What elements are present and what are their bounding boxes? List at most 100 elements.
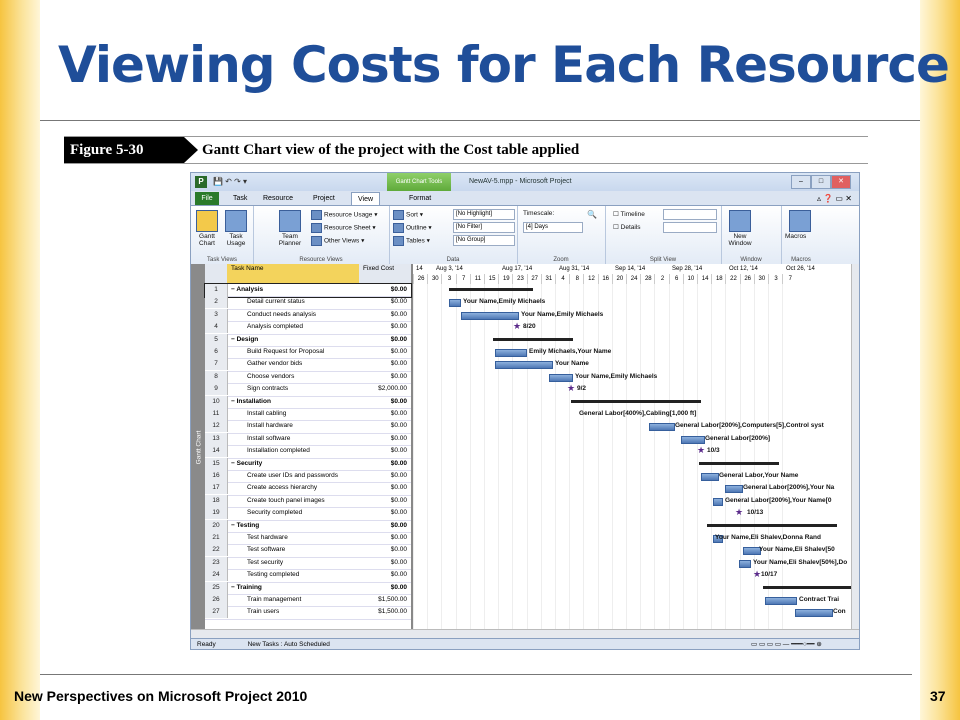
fixed-cost-cell[interactable]: $0.00 [361, 557, 407, 569]
fixed-cost-cell[interactable]: $0.00 [361, 296, 407, 308]
fixed-cost-cell[interactable]: $0.00 [361, 544, 407, 556]
table-row[interactable]: 7 Gather vendor bids $0.00 [205, 358, 411, 372]
task-bar[interactable] [449, 299, 461, 308]
table-row[interactable]: 25− Training $0.00 [205, 581, 411, 595]
new-window-button[interactable]: New Window [725, 233, 755, 247]
fixed-cost-cell[interactable]: $0.00 [361, 495, 407, 507]
task-name-cell[interactable]: Analysis completed [229, 321, 377, 333]
task-name-cell[interactable]: Detail current status [229, 296, 377, 308]
table-row[interactable]: 13 Install software $0.00 [205, 432, 411, 447]
fixed-cost-cell[interactable]: $0.00 [361, 371, 407, 383]
details-checkbox[interactable]: ☐ Details [613, 223, 641, 231]
tab-view[interactable]: View [351, 192, 381, 206]
task-name-cell[interactable]: Test software [229, 544, 377, 556]
outline-button[interactable]: Outline ▾ [393, 223, 432, 233]
summary-bar[interactable] [449, 288, 533, 291]
gantt-chart-icon[interactable] [196, 210, 218, 232]
task-name-cell[interactable]: Create user IDs and passwords [229, 470, 377, 482]
task-name-cell[interactable]: − Installation [229, 396, 361, 408]
task-name-cell[interactable]: Train management [229, 594, 377, 606]
table-row[interactable]: 18 Create touch panel images $0.00 [205, 494, 411, 509]
tab-file[interactable]: File [195, 192, 219, 205]
fixed-cost-cell[interactable]: $0.00 [361, 433, 407, 445]
task-name-cell[interactable]: Build Request for Proposal [229, 346, 377, 358]
table-row[interactable]: 23 Test security $0.00 [205, 556, 411, 571]
highlight-select[interactable]: [No Highlight] [453, 209, 515, 220]
resource-usage-button[interactable]: Resource Usage ▾ [311, 210, 378, 220]
zoom-slider[interactable]: ▭ ▭ ▭ ▭ — ━━━○━━ ⊕ [751, 639, 822, 649]
fixed-cost-cell[interactable]: $0.00 [361, 445, 407, 457]
table-row[interactable]: 2 Detail current status $0.00 [205, 296, 411, 310]
task-bar[interactable] [713, 497, 723, 506]
task-name-cell[interactable]: Sign contracts [229, 383, 377, 395]
task-name-cell[interactable]: Create access hierarchy [229, 482, 377, 494]
task-name-cell[interactable]: Test security [229, 557, 377, 569]
resource-sheet-button[interactable]: Resource Sheet ▾ [311, 223, 376, 233]
minimize-button[interactable]: – [791, 175, 811, 189]
tab-format[interactable]: Format [403, 192, 437, 205]
table-row[interactable]: 12 Install hardware $0.00 [205, 420, 411, 434]
table-row[interactable]: 26 Train management $1,500.00 [205, 594, 411, 608]
task-bar[interactable] [739, 559, 751, 568]
task-name-cell[interactable]: Create touch panel images [229, 495, 377, 507]
summary-bar[interactable] [493, 337, 573, 341]
fixed-cost-cell[interactable]: $0.00 [361, 482, 407, 494]
table-row[interactable]: 4 Analysis completed $0.00 [205, 321, 411, 335]
fixed-cost-cell[interactable]: $0.00 [361, 346, 407, 358]
fixed-cost-cell[interactable]: $0.00 [361, 334, 407, 346]
task-name-cell[interactable]: Testing completed [229, 569, 377, 581]
task-bar[interactable] [461, 311, 519, 320]
new-tasks-mode[interactable]: New Tasks : Auto Scheduled [248, 641, 330, 648]
fixed-cost-cell[interactable]: $0.00 [361, 408, 407, 420]
summary-bar[interactable] [571, 399, 701, 403]
task-name-cell[interactable]: Gather vendor bids [229, 358, 377, 370]
sort-button[interactable]: Sort ▾ [393, 210, 423, 220]
task-bar[interactable] [649, 423, 675, 432]
table-row[interactable]: 16 Create user IDs and passwords $0.00 [205, 470, 411, 484]
table-row[interactable]: 15− Security $0.00 [205, 457, 411, 471]
close-button[interactable]: ✕ [831, 175, 851, 189]
fixed-cost-cell[interactable]: $0.00 [361, 532, 407, 544]
fixed-cost-cell[interactable]: $0.00 [361, 582, 407, 594]
tab-task[interactable]: Task [227, 192, 253, 205]
task-bar[interactable] [495, 361, 553, 370]
table-row[interactable]: 22 Test software $0.00 [205, 544, 411, 558]
task-name-cell[interactable]: Security completed [229, 507, 377, 519]
fixed-cost-cell[interactable]: $0.00 [361, 520, 407, 532]
tab-resource[interactable]: Resource [257, 192, 299, 205]
table-row[interactable]: 27 Train users $1,500.00 [205, 606, 411, 620]
fixed-cost-cell[interactable]: $1,500.00 [361, 594, 407, 606]
fixed-cost-cell[interactable]: $0.00 [361, 321, 407, 333]
fixed-cost-header[interactable]: Fixed Cost [359, 264, 411, 284]
fixed-cost-cell[interactable]: $0.00 [361, 309, 407, 321]
table-row[interactable]: 17 Create access hierarchy $0.00 [205, 482, 411, 496]
group-select[interactable]: [No Group] [453, 235, 515, 246]
table-row[interactable]: 10− Installation $0.00 [205, 395, 411, 409]
task-bar[interactable] [681, 435, 705, 444]
table-row[interactable]: 9 Sign contracts $2,000.00 [205, 383, 411, 397]
fixed-cost-cell[interactable]: $0.00 [361, 284, 407, 296]
task-name-cell[interactable]: Installation completed [229, 445, 377, 457]
task-bar[interactable] [725, 485, 743, 494]
timescale-select[interactable]: [4] Days [523, 222, 583, 233]
tab-project[interactable]: Project [307, 192, 341, 205]
table-row[interactable]: 14 Installation completed $0.00 [205, 445, 411, 459]
fixed-cost-cell[interactable]: $2,000.00 [361, 383, 407, 395]
zoom-icon[interactable]: 🔍 [587, 210, 597, 219]
table-row[interactable]: 24 Testing completed $0.00 [205, 569, 411, 583]
task-bar[interactable] [495, 349, 527, 357]
filter-select[interactable]: [No Filter] [453, 222, 515, 233]
details-select[interactable] [663, 222, 717, 233]
table-row[interactable]: 5− Design $0.00 [205, 333, 411, 347]
summary-bar[interactable] [763, 585, 851, 589]
summary-bar[interactable] [707, 523, 837, 527]
tables-button[interactable]: Tables ▾ [393, 236, 430, 246]
task-bar[interactable] [795, 609, 833, 618]
task-name-cell[interactable]: − Design [229, 334, 361, 346]
team-planner-button[interactable]: Team Planner [275, 233, 305, 247]
task-name-cell[interactable]: Install hardware [229, 420, 377, 432]
timeline-select[interactable] [663, 209, 717, 220]
task-name-cell[interactable]: Conduct needs analysis [229, 309, 377, 321]
table-row[interactable]: 21 Test hardware $0.00 [205, 532, 411, 546]
timeline-checkbox[interactable]: ☐ Timeline [613, 210, 645, 218]
